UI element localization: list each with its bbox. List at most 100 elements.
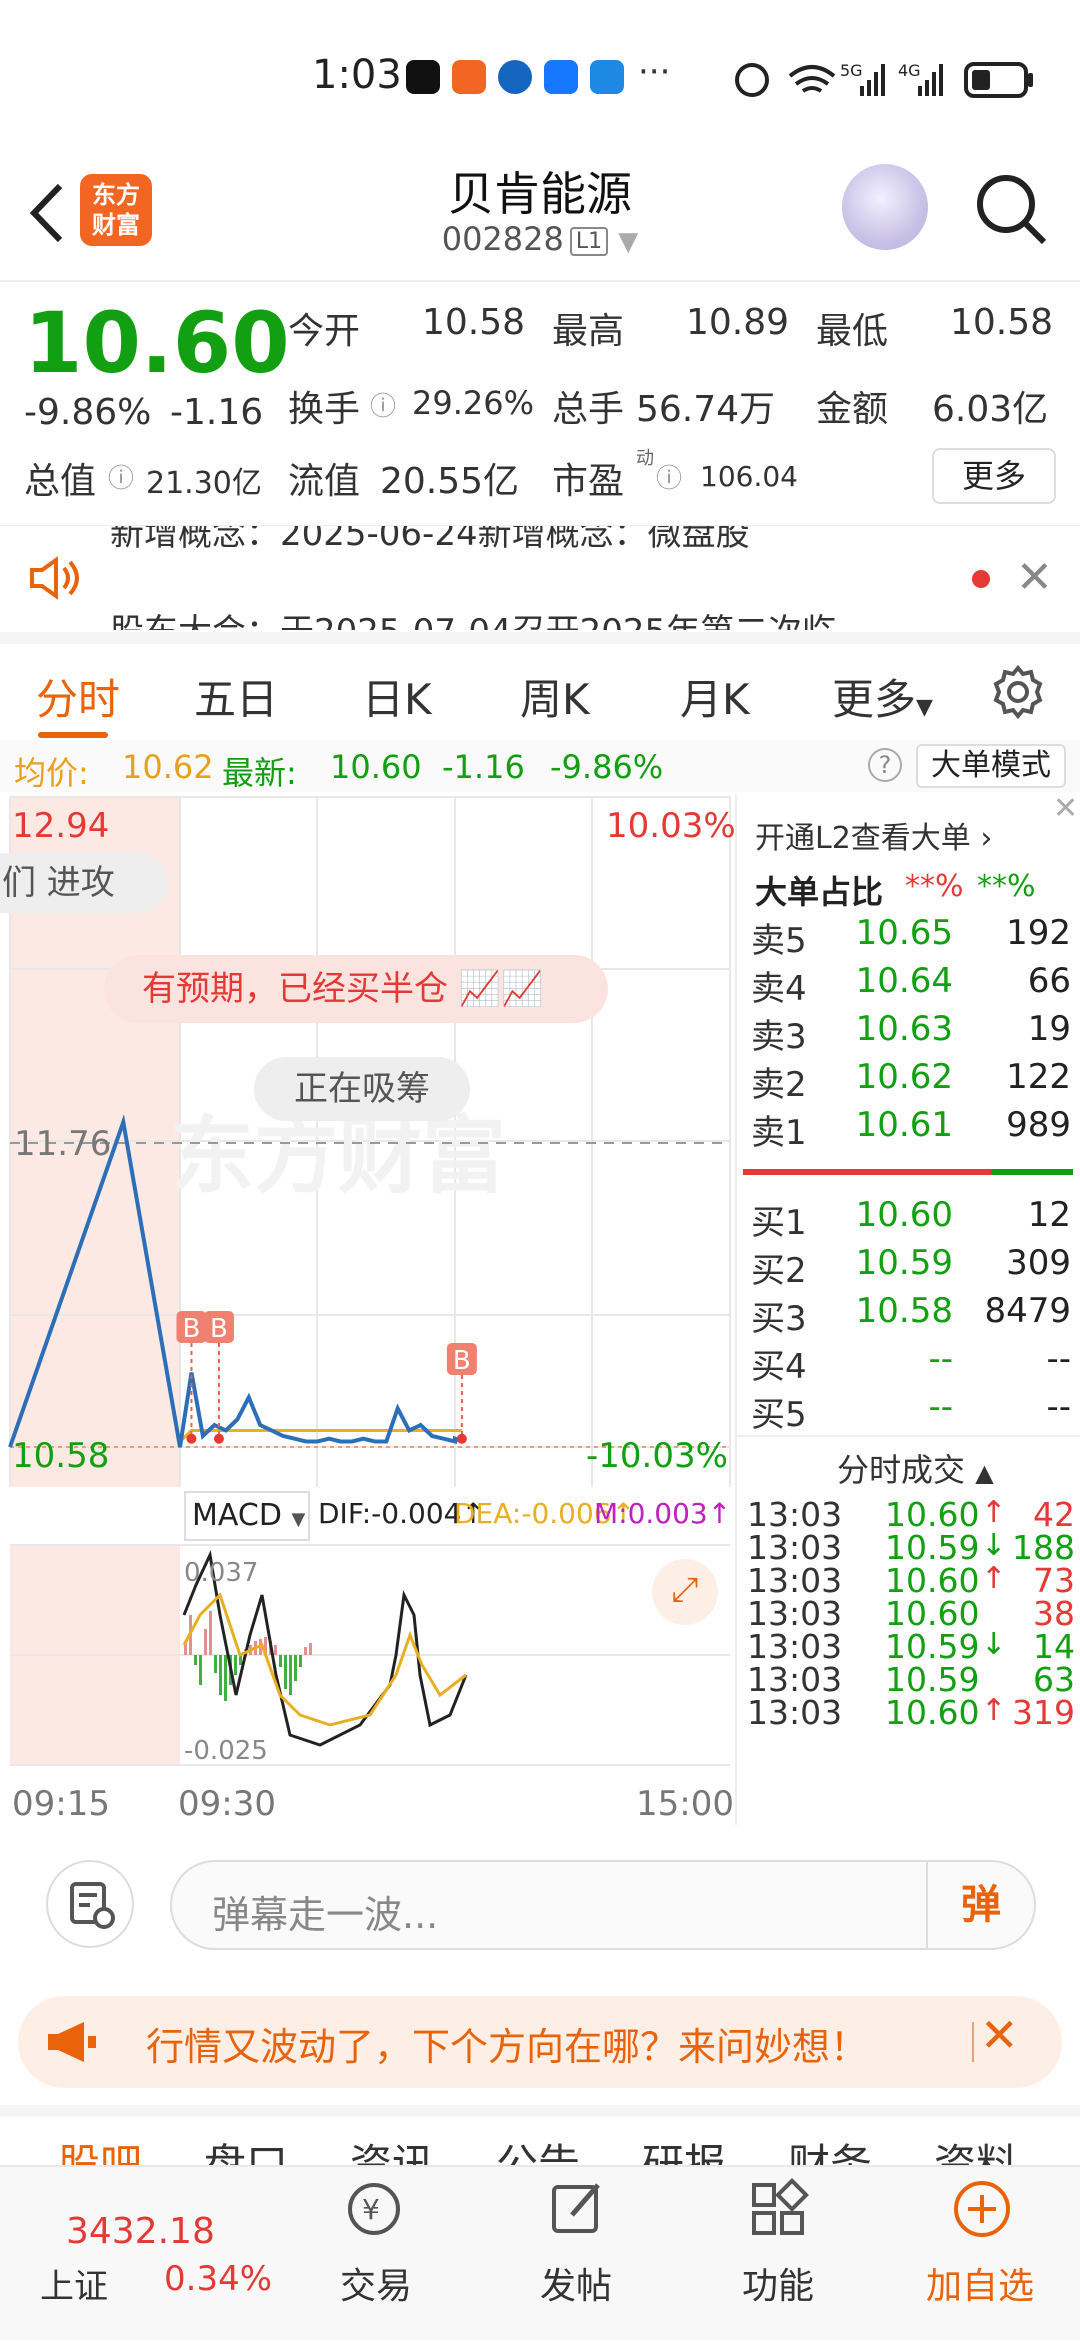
active-tab-indicator: [38, 732, 108, 738]
bid-price: --: [928, 1387, 953, 1427]
danmu-placeholder: 弹幕走一波...: [212, 1893, 439, 1937]
dropdown-icon: ▼: [618, 227, 639, 257]
ask-volume: 122: [1006, 1057, 1071, 1097]
gear-icon[interactable]: [990, 664, 1046, 720]
ask-row[interactable]: 卖3 10.63 19: [743, 1009, 1073, 1057]
ask-row[interactable]: 卖2 10.62 122: [743, 1057, 1073, 1105]
amount-value: 6.03亿: [932, 389, 1049, 430]
news-ticker[interactable]: 新增概念：2025-06-24新增概念：微盘股 股东大会：于2025-07-04…: [0, 525, 1080, 630]
quote-panel: 10.60 -9.86% -1.16 今开 10.58 最高 10.89 最低 …: [0, 280, 1080, 525]
tab-daily-k[interactable]: 日K: [362, 666, 432, 727]
float-value: 20.55亿: [380, 461, 520, 502]
danmu-bubble: 正在吸筹: [254, 1057, 470, 1121]
avg-price-bar: 均价: 10.62 最新: 10.60 -1.16 -9.86% ? 大单模式: [0, 740, 1080, 792]
trade-direction-icon: ↓: [981, 1528, 1007, 1563]
nav-post[interactable]: 发帖: [540, 2257, 612, 2309]
buy-marker-label: B: [453, 1346, 471, 1376]
trade-direction-icon: ↑: [981, 1693, 1007, 1728]
help-icon[interactable]: ?: [868, 748, 902, 782]
close-icon[interactable]: ✕: [980, 2008, 1019, 2062]
megaphone-icon: [48, 2022, 96, 2062]
l2-upgrade-link[interactable]: 开通L2查看大单 ›: [755, 813, 992, 857]
indicator-select[interactable]: MACD ▼: [184, 1491, 310, 1541]
ask-row[interactable]: 卖4 10.64 66: [743, 961, 1073, 1009]
turnover-value: 29.26%: [412, 384, 535, 422]
tab-more[interactable]: 更多▼: [832, 666, 933, 727]
info-icon[interactable]: ⓘ: [370, 386, 396, 423]
bid-row[interactable]: 买1 10.60 12: [743, 1195, 1073, 1243]
ask-level: 卖1: [751, 1113, 807, 1153]
bid-row[interactable]: 买3 10.58 8479: [743, 1291, 1073, 1339]
top-price-label: 12.94: [12, 806, 109, 846]
change-pct: -9.86%: [24, 392, 152, 433]
ask-price: 10.65: [855, 913, 953, 953]
latest-change: -1.16: [442, 748, 525, 786]
tab-research[interactable]: 研报: [642, 2131, 726, 2165]
tab-monthly-k[interactable]: 月K: [680, 666, 750, 727]
tab-intraday[interactable]: 分时: [36, 666, 120, 727]
macd-bottom-label: -0.025: [184, 1736, 268, 1766]
tab-five-day[interactable]: 五日: [194, 666, 278, 727]
danmu-toggle-button[interactable]: 弹: [926, 1862, 1034, 1948]
big-order-ratio-buy: **%: [905, 869, 964, 904]
tab-forum[interactable]: 股吧: [58, 2131, 142, 2165]
ask-volume: 66: [1027, 961, 1071, 1001]
nav-add-watchlist[interactable]: 加自选: [926, 2257, 1034, 2309]
bid-row[interactable]: 买5 -- --: [743, 1387, 1073, 1435]
danmu-input[interactable]: 弹幕走一波... 弹: [170, 1860, 1036, 1950]
close-icon[interactable]: ✕: [1016, 552, 1053, 603]
time-end-label: 15:00: [636, 1784, 734, 1824]
buy-marker: B: [446, 1343, 477, 1444]
macd-bar: [289, 1655, 292, 1695]
volume-label: 总手: [552, 389, 625, 430]
trade-list-title[interactable]: 分时成交 ▲: [837, 1445, 994, 1491]
macd-bar: [294, 1655, 297, 1681]
nav-trade[interactable]: 交易: [340, 2257, 412, 2309]
close-icon[interactable]: ✕: [1053, 791, 1078, 826]
pe-dynamic-mark: 动: [636, 448, 654, 469]
tab-news[interactable]: 资讯: [350, 2131, 434, 2165]
bottom-pct-label: -10.03%: [586, 1436, 728, 1476]
comment-settings-icon[interactable]: [46, 1860, 134, 1948]
macd-bar: [284, 1655, 287, 1689]
open-value: 10.58: [422, 302, 526, 343]
alarm-icon: [735, 63, 769, 97]
expand-icon[interactable]: ⤢: [652, 1559, 718, 1625]
post-icon: [552, 2183, 600, 2233]
big-order-mode-button[interactable]: 大单模式: [916, 744, 1066, 788]
tab-financials[interactable]: 财务: [788, 2131, 872, 2165]
current-price: 10.60: [24, 294, 290, 392]
info-icon[interactable]: ⓘ: [108, 458, 134, 495]
news-line: 股东大会：于2025-07-04召开2025年第二次临: [110, 604, 836, 630]
ai-assistant-avatar[interactable]: [842, 164, 928, 250]
intraday-chart-svg: 东方财富 B BB 12.94 10.03% 11.76 10.58 -10.03…: [8, 796, 735, 1824]
tab-order-book[interactable]: 盘口: [204, 2131, 288, 2165]
wifi-icon: [788, 65, 836, 93]
ask-row[interactable]: 卖1 10.61 989: [743, 1105, 1073, 1153]
more-button[interactable]: 更多: [932, 448, 1056, 504]
index-quote[interactable]: 3432.18 上证 0.34%: [0, 2167, 272, 2342]
macd-bar: [299, 1655, 302, 1667]
index-name: 上证: [40, 2267, 108, 2307]
pe-label: 市盈: [552, 461, 625, 502]
ask-price: 10.61: [855, 1105, 953, 1145]
intraday-chart[interactable]: 东方财富 BBB 12.94 10.03% 11.76 10.58 -10.03…: [0, 795, 735, 1825]
ask-volume: 19: [1027, 1009, 1071, 1049]
search-icon[interactable]: [972, 170, 1052, 250]
ask-row[interactable]: 卖5 10.65 192: [743, 913, 1073, 961]
macd-m: M:0.003↑: [594, 1497, 732, 1530]
nav-functions[interactable]: 功能: [742, 2257, 814, 2309]
top-pct-label: 10.03%: [606, 806, 735, 846]
turnover-label: 换手: [288, 389, 361, 430]
bid-row[interactable]: 买4 -- --: [743, 1339, 1073, 1387]
signal-5g-label: 5G: [840, 61, 863, 80]
bid-row[interactable]: 买2 10.59 309: [743, 1243, 1073, 1291]
ai-promo-banner[interactable]: 行情又波动了，下个方向在哪？来问妙想！ ✕: [18, 1996, 1062, 2088]
open-label: 今开: [288, 311, 361, 352]
buy-strength-bar: [743, 1169, 991, 1175]
info-icon[interactable]: ⓘ: [656, 458, 682, 495]
tab-weekly-k[interactable]: 周K: [520, 666, 590, 727]
trade-row: 13:03 10.60 ↑ 319: [743, 1693, 1079, 1741]
tab-announcements[interactable]: 公告: [496, 2131, 580, 2165]
tab-profile[interactable]: 资料: [934, 2131, 1018, 2165]
